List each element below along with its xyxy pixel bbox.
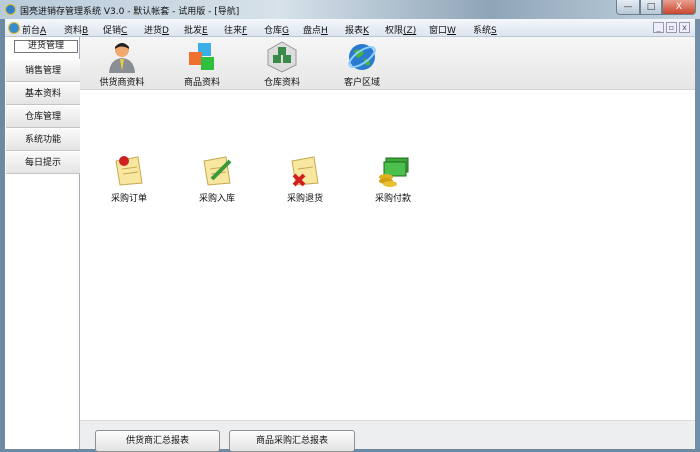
purchase-return-label: 采购退货 xyxy=(286,194,323,204)
menu-accelerator: K xyxy=(363,26,369,36)
menu-f[interactable]: 往来F xyxy=(224,23,247,36)
menu-label: 前台 xyxy=(22,26,41,36)
menu-accelerator: E xyxy=(202,26,208,36)
menu-label: 盘点 xyxy=(303,26,322,36)
menu-label: 批发 xyxy=(184,26,203,36)
note-pencil-icon xyxy=(200,155,234,187)
purchase-receipt-label: 采购入库 xyxy=(198,194,235,204)
menu-accelerator: D xyxy=(162,26,169,36)
title-bar: 国亮进销存管理系统 V3.0 - 默认帐套 - 试用版 - [导航] — □ X xyxy=(0,0,700,19)
menu-label: 权限 xyxy=(385,26,404,36)
menu-k[interactable]: 报表K xyxy=(345,23,369,36)
menu-label: 往来 xyxy=(224,26,243,36)
menu-accelerator: S xyxy=(491,26,497,36)
navigation-panel: 供货商资料 商品资料 仓库资料 客户区域 采购订单 采购入库 采购退货 采购付款… xyxy=(80,37,695,452)
purchase-payment-label: 采购付款 xyxy=(374,194,411,204)
supplier-label: 供货商资料 xyxy=(99,78,145,88)
app-menu-icon[interactable] xyxy=(8,22,20,34)
menu-accelerator: B xyxy=(82,26,89,36)
maximize-button[interactable]: □ xyxy=(640,0,662,15)
close-button[interactable]: X xyxy=(662,0,696,15)
warehouse-button[interactable]: 仓库资料 xyxy=(247,41,317,88)
app-icon xyxy=(5,4,16,15)
money-icon xyxy=(376,155,410,187)
menu-b[interactable]: 资料B xyxy=(64,23,88,36)
toolbar: 供货商资料 商品资料 仓库资料 客户区域 xyxy=(80,37,695,90)
sidebar-item-daily-tips[interactable]: 每日提示 xyxy=(6,151,80,174)
menu-label: 促销 xyxy=(103,26,122,36)
purchase-order-button[interactable]: 采购订单 xyxy=(97,155,161,204)
warehouse-label: 仓库资料 xyxy=(263,78,300,88)
menu-accelerator: G xyxy=(282,26,289,36)
menu-accelerator: A xyxy=(40,26,47,36)
menu-label: 系统 xyxy=(473,26,492,36)
sidebar-item-warehouse[interactable]: 仓库管理 xyxy=(6,105,80,128)
customer-region-label: 客户区域 xyxy=(343,78,380,88)
sidebar-item-system[interactable]: 系统功能 xyxy=(6,128,80,151)
purchase-return-button[interactable]: 采购退货 xyxy=(273,155,337,204)
menu-accelerator: (Z) xyxy=(403,26,417,36)
menu-a[interactable]: 前台A xyxy=(22,23,46,36)
menu-z[interactable]: 权限(Z) xyxy=(385,23,416,36)
menu-label: 进货 xyxy=(144,26,163,36)
menu-label: 资料 xyxy=(64,26,83,36)
window-border xyxy=(695,19,700,449)
menu-label: 报表 xyxy=(345,26,364,36)
menu-accelerator: F xyxy=(242,26,248,36)
menu-label: 窗口 xyxy=(429,26,448,36)
minimize-button[interactable]: — xyxy=(616,0,640,15)
menu-e[interactable]: 批发E xyxy=(184,23,208,36)
mdi-minimize-button[interactable]: _ xyxy=(653,22,664,33)
person-icon xyxy=(106,41,138,73)
customer-region-button[interactable]: 客户区域 xyxy=(327,41,397,88)
mdi-restore-button[interactable]: ▫ xyxy=(666,22,677,33)
sidebar-item-basic-data[interactable]: 基本资料 xyxy=(6,82,80,105)
menu-c[interactable]: 促销C xyxy=(103,23,127,36)
warehouse-icon xyxy=(266,41,298,73)
menu-accelerator: W xyxy=(447,26,456,36)
purchase-receipt-button[interactable]: 采购入库 xyxy=(185,155,249,204)
menu-label: 仓库 xyxy=(264,26,283,36)
mdi-close-button[interactable]: x xyxy=(679,22,690,33)
globe-icon xyxy=(346,41,378,73)
window-title: 国亮进销存管理系统 V3.0 - 默认帐套 - 试用版 - [导航] xyxy=(20,7,240,17)
cubes-icon xyxy=(186,41,218,73)
purchase-payment-button[interactable]: 采购付款 xyxy=(361,155,425,204)
menu-accelerator: H xyxy=(321,26,328,36)
menu-w[interactable]: 窗口W xyxy=(429,23,456,36)
product-label: 商品资料 xyxy=(183,78,220,88)
menu-accelerator: C xyxy=(121,26,128,36)
menu-d[interactable]: 进货D xyxy=(144,23,169,36)
menu-h[interactable]: 盘点H xyxy=(303,23,328,36)
sidebar-item-sales[interactable]: 销售管理 xyxy=(6,59,80,82)
sidebar-item-purchase[interactable]: 进货管理 xyxy=(14,40,78,53)
order-note-icon xyxy=(112,155,146,187)
menu-bar: 前台A 资料B 促销C 进货D 批发E 往来F 仓库G 盘点H 报表K 权限(Z) 窗口W 系统S _… xyxy=(5,19,695,37)
menu-g[interactable]: 仓库G xyxy=(264,23,289,36)
note-cross-icon xyxy=(288,155,322,187)
sidebar: 进货管理 销售管理 基本资料 仓库管理 系统功能 每日提示 xyxy=(5,37,80,449)
purchase-order-label: 采购订单 xyxy=(110,194,147,204)
menu-s[interactable]: 系统S xyxy=(473,23,497,36)
product-button[interactable]: 商品资料 xyxy=(167,41,237,88)
report-bar: 供货商汇总报表 商品采购汇总报表 xyxy=(80,420,695,452)
supplier-button[interactable]: 供货商资料 xyxy=(87,41,157,88)
